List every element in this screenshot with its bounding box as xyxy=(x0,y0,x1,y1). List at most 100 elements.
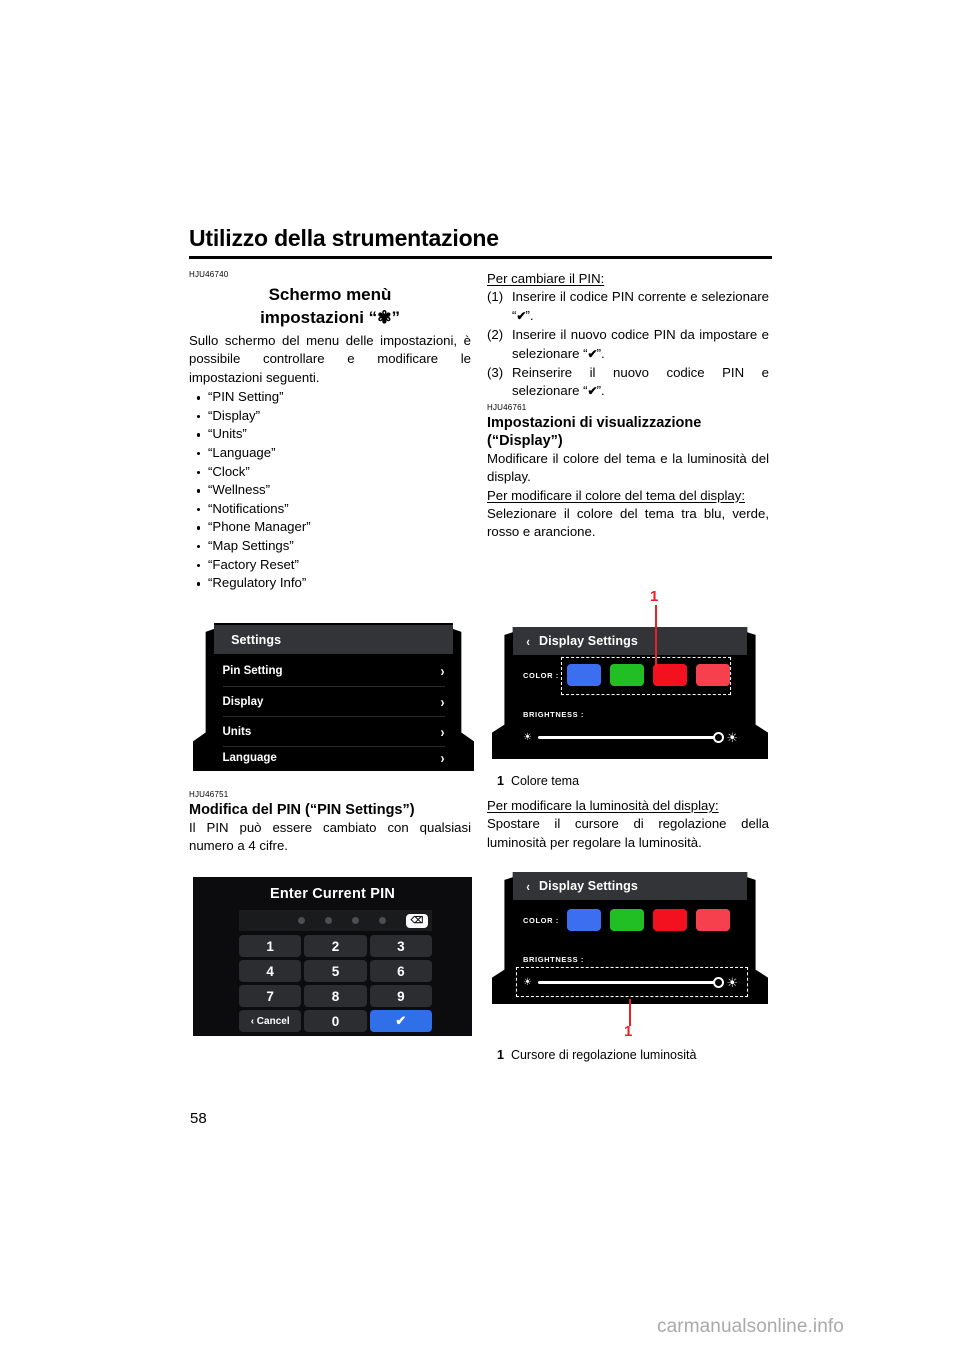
pin-code-field[interactable]: ⌫ xyxy=(239,910,432,931)
right-column: Per cambiare il PIN: (1) Inserire il codi… xyxy=(487,270,769,542)
chevron-right-icon: › xyxy=(440,662,444,680)
sidebar-item-units[interactable]: Units › xyxy=(222,716,445,747)
list-item: (3) Reinserire il nuovo codice PIN e sele… xyxy=(487,364,769,401)
title-divider xyxy=(189,256,772,259)
list-item: “Language” xyxy=(189,444,471,463)
color-swatch-orange[interactable] xyxy=(696,664,730,686)
left-column: HJU46740 Schermo menù impostazioni “✾” S… xyxy=(189,270,471,593)
color-swatch-red[interactable] xyxy=(653,664,687,686)
display-screen-titlebar: ‹ Display Settings xyxy=(512,872,748,900)
display-screen-body: ‹ Display Settings COLOR : BRIGHTNESS : … xyxy=(492,627,768,759)
keypad-key-5[interactable]: 5 xyxy=(304,960,367,982)
legend-brightness-slider: 1 Cursore di regolazione luminosità xyxy=(497,1048,696,1062)
slider-knob[interactable] xyxy=(713,977,725,988)
brightness-high-icon: ☀ xyxy=(726,975,738,990)
section-heading-pin: Modifica del PIN (“PIN Settings”) xyxy=(189,802,415,818)
theme-color-heading: Per modificare il colore del tema del di… xyxy=(487,487,746,503)
brightness-body: Spostare il cursore di regolazione della… xyxy=(487,816,769,850)
list-item: “PIN Setting” xyxy=(189,388,471,407)
legend-number: 1 xyxy=(497,1048,504,1062)
confirm-button[interactable]: ✔ xyxy=(369,1010,432,1032)
brightness-slider[interactable]: ☀ ☀ xyxy=(523,976,738,989)
settings-screen-figure: Settings Pin Setting › Display › Units ›… xyxy=(193,623,474,771)
settings-row-label: Units xyxy=(222,726,252,738)
change-pin-steps: (1) Inserire il codice PIN corrente e sel… xyxy=(487,288,769,400)
section-heading-settings-menu: Schermo menù impostazioni “✾” xyxy=(189,283,471,329)
legend-text: Colore tema xyxy=(510,774,580,788)
pin-section-text: HJU46751 Modifica del PIN (“PIN Settings… xyxy=(189,790,471,856)
step-number: (3) xyxy=(487,365,504,381)
brightness-text-block: Per modificare la luminosità del display… xyxy=(487,797,769,852)
list-item: “Phone Manager” xyxy=(189,518,471,537)
keypad-key-7[interactable]: 7 xyxy=(239,985,302,1007)
keypad-key-1[interactable]: 1 xyxy=(239,935,302,957)
list-item: “Units” xyxy=(189,425,471,444)
sidebar-item-language[interactable]: Language › xyxy=(222,746,445,769)
slider-track[interactable] xyxy=(537,736,719,739)
list-item: “Map Settings” xyxy=(189,537,471,556)
back-chevron-icon[interactable]: ‹ xyxy=(526,634,529,649)
list-item: “Regulatory Info” xyxy=(189,574,471,593)
keypad-key-8[interactable]: 8 xyxy=(304,985,367,1007)
callout-line-theme-color xyxy=(655,605,658,668)
theme-color-swatches xyxy=(567,909,730,931)
keypad-key-3[interactable]: 3 xyxy=(369,935,432,957)
color-swatch-blue[interactable] xyxy=(567,909,601,931)
pin-dot xyxy=(379,917,386,924)
section-heading-line2: impostazioni “✾” xyxy=(260,308,400,327)
list-item: “Factory Reset” xyxy=(189,556,471,575)
color-label: COLOR : xyxy=(523,671,559,680)
color-swatch-blue[interactable] xyxy=(567,664,601,686)
checkmark-icon: ✔ xyxy=(587,346,598,361)
step-text: Inserire il nuovo codice PIN da impostar… xyxy=(512,327,769,361)
checkmark-icon: ✔ xyxy=(587,384,598,399)
back-chevron-icon[interactable]: ‹ xyxy=(526,879,529,894)
settings-row-label: Display xyxy=(222,696,264,708)
list-item: “Wellness” xyxy=(189,481,471,500)
brightness-high-icon: ☀ xyxy=(726,730,738,745)
keypad-key-4[interactable]: 4 xyxy=(239,960,302,982)
keypad-key-0[interactable]: 0 xyxy=(304,1010,367,1032)
list-item: (2) Inserire il nuovo codice PIN da impos… xyxy=(487,326,769,363)
sidebar-item-pin-setting[interactable]: Pin Setting › xyxy=(223,656,445,686)
keypad-key-6[interactable]: 6 xyxy=(369,960,432,982)
display-screen-body: ‹ Display Settings COLOR : BRIGHTNESS : … xyxy=(492,872,768,1004)
settings-screen-title: Settings xyxy=(231,632,282,647)
settings-row-label: Language xyxy=(222,752,277,764)
color-swatch-orange[interactable] xyxy=(696,909,730,931)
color-swatch-red[interactable] xyxy=(653,909,687,931)
brightness-slider[interactable]: ☀ ☀ xyxy=(523,731,738,744)
color-swatch-green[interactable] xyxy=(610,664,644,686)
change-pin-heading: Per cambiare il PIN: xyxy=(487,271,605,286)
section-heading-display-line1: Impostazioni di visualizzazione xyxy=(487,414,702,431)
display-screen-title: Display Settings xyxy=(539,634,638,648)
slider-track[interactable] xyxy=(537,981,719,984)
pin-section-body: Il PIN può essere cambiato con qualsiasi… xyxy=(189,820,471,854)
keypad-key-2[interactable]: 2 xyxy=(304,935,367,957)
cancel-button[interactable]: ‹ Cancel xyxy=(239,1010,302,1032)
color-label: COLOR : xyxy=(523,916,559,925)
display-screen-title: Display Settings xyxy=(539,879,638,893)
display-section-body: Modificare il colore del tema e la lumin… xyxy=(487,450,769,485)
step-number: (2) xyxy=(487,327,504,343)
legend-number: 1 xyxy=(497,774,504,788)
pin-entry-screen-figure: Enter Current PIN ⌫ 1 2 3 4 5 6 7 8 9 ‹ … xyxy=(193,877,472,1036)
settings-screen-body: Settings Pin Setting › Display › Units ›… xyxy=(193,623,474,771)
ref-id-pin-settings: HJU46751 xyxy=(189,790,229,799)
settings-screen-titlebar: Settings xyxy=(214,625,453,654)
sidebar-item-display[interactable]: Display › xyxy=(222,686,445,717)
keypad-key-9[interactable]: 9 xyxy=(369,985,432,1007)
list-item: “Clock” xyxy=(189,463,471,482)
slider-knob[interactable] xyxy=(713,732,725,743)
settings-intro-text: Sullo schermo del menu delle impostazion… xyxy=(189,333,471,385)
brightness-heading: Per modificare la luminosità del display… xyxy=(487,798,719,813)
chevron-right-icon: › xyxy=(440,749,444,767)
chevron-right-icon: › xyxy=(440,723,444,741)
color-swatch-green[interactable] xyxy=(610,909,644,931)
pin-keypad: 1 2 3 4 5 6 7 8 9 ‹ Cancel 0 ✔ xyxy=(239,935,432,1032)
pin-dot xyxy=(325,917,332,924)
watermark: carmanualsonline.info xyxy=(657,1316,844,1337)
theme-color-swatches xyxy=(567,664,730,686)
backspace-icon[interactable]: ⌫ xyxy=(406,913,428,928)
step-number: (1) xyxy=(487,289,504,305)
